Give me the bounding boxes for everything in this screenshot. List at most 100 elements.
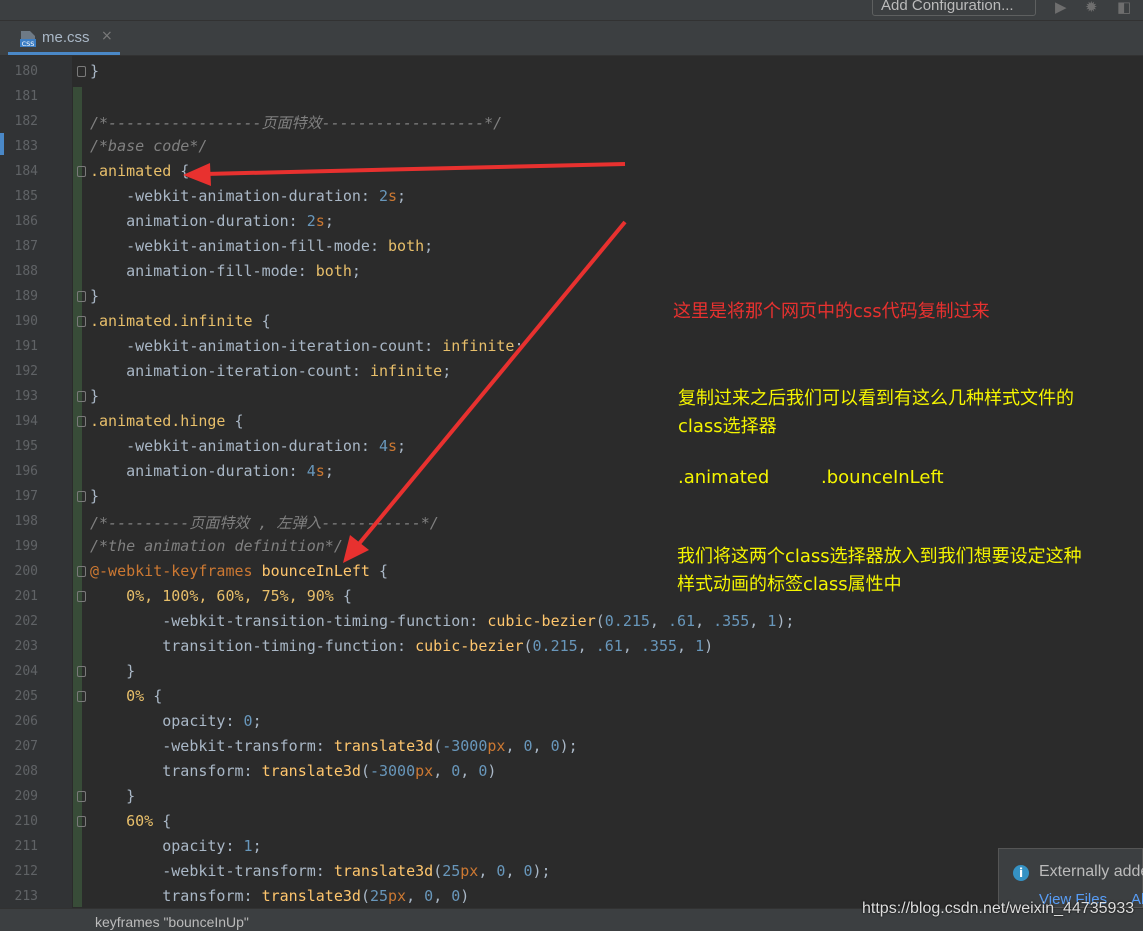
code-line[interactable]: 196 animation-duration: 4s; [0,460,1143,485]
code-text: -webkit-animation-iteration-count: infin… [90,337,524,355]
tab-close-icon[interactable]: × [101,28,113,44]
code-line[interactable]: 209 } [0,785,1143,810]
code-line[interactable]: 211 opacity: 1; [0,835,1143,860]
annotation-yellow-1-line2: class选择器 [678,416,777,437]
code-line[interactable]: 181 [0,85,1143,110]
code-text: /*---------页面特效 , 左弹入-----------*/ [90,514,439,532]
code-text: /*base code*/ [90,137,208,155]
code-line[interactable]: 206 opacity: 0; [0,710,1143,735]
line-number: 194 [14,414,38,429]
line-number: 199 [14,539,38,554]
fold-icon[interactable] [77,416,86,427]
code-text: -webkit-transition-timing-function: cubi… [90,612,795,630]
code-line[interactable]: 184 .animated { [0,160,1143,185]
notification-popup[interactable]: i Externally added View Files Al [998,848,1143,908]
code-text: animation-fill-mode: both; [90,262,361,280]
tab-label: me.css [42,29,90,46]
code-line[interactable]: 210 60% { [0,810,1143,835]
code-line[interactable]: 198 /*---------页面特效 , 左弹入-----------*/ [0,510,1143,535]
code-text: } [90,662,136,680]
breadcrumb[interactable]: keyframes "bounceInUp" [95,914,249,930]
add-configuration-button[interactable]: Add Configuration... [872,0,1036,16]
code-line[interactable]: 203 transition-timing-function: cubic-be… [0,635,1143,660]
code-line[interactable]: 182 /*-----------------页面特效--------------… [0,110,1143,135]
code-line[interactable]: 180} [0,60,1143,85]
fold-icon[interactable] [77,491,86,502]
line-number: 208 [14,764,38,779]
code-text: -webkit-transform: translate3d(-3000px, … [90,737,578,755]
code-line[interactable]: 187 -webkit-animation-fill-mode: both; [0,235,1143,260]
line-number: 182 [14,114,38,129]
code-line[interactable]: 185 -webkit-animation-duration: 2s; [0,185,1143,210]
code-line[interactable]: 201 0%, 100%, 60%, 75%, 90% { [0,585,1143,610]
code-text: } [90,62,100,80]
code-line[interactable]: 208 transform: translate3d(-3000px, 0, 0… [0,760,1143,785]
line-number: 181 [14,89,38,104]
code-text: } [90,787,136,805]
line-number: 197 [14,489,38,504]
line-number: 195 [14,439,38,454]
line-number: 200 [14,564,38,579]
fold-icon[interactable] [77,591,86,602]
css-file-icon: CSS [20,31,36,48]
line-number: 196 [14,464,38,479]
fold-icon[interactable] [77,391,86,402]
fold-icon[interactable] [77,691,86,702]
code-line[interactable]: 183 /*base code*/ [0,135,1143,160]
code-line[interactable]: 195 -webkit-animation-duration: 4s; [0,435,1143,460]
code-text: animation-duration: 2s; [90,212,334,230]
code-line[interactable]: 205 0% { [0,685,1143,710]
coverage-icon[interactable]: ◧ [1117,0,1131,16]
code-line[interactable]: 186 animation-duration: 2s; [0,210,1143,235]
code-line[interactable]: 202 -webkit-transition-timing-function: … [0,610,1143,635]
code-line[interactable]: 197} [0,485,1143,510]
code-text: transform: translate3d(-3000px, 0, 0) [90,762,497,780]
code-line[interactable]: 192 animation-iteration-count: infinite; [0,360,1143,385]
top-toolbar: Add Configuration... ▶ ✹ ◧ [0,0,1143,21]
tab-me-css[interactable]: CSS me.css × [8,21,120,55]
code-line[interactable]: 194 .animated.hinge { [0,410,1143,435]
code-text: animation-duration: 4s; [90,462,334,480]
code-text: opacity: 0; [90,712,262,730]
notification-text: Externally added [1039,863,1143,880]
run-icon[interactable]: ▶ [1055,0,1067,16]
annotation-yellow-2-line1: 我们将这两个class选择器放入到我们想要设定这种 [677,546,1082,567]
info-icon: i [1013,865,1029,881]
line-number: 209 [14,789,38,804]
watermark: https://blog.csdn.net/weixin_44735933 [862,900,1135,917]
code-line[interactable]: 212 -webkit-transform: translate3d(25px,… [0,860,1143,885]
fold-icon[interactable] [77,666,86,677]
debug-icon[interactable]: ✹ [1085,0,1098,16]
code-editor[interactable]: 180} 181 182 /*-----------------页面特效-------… [0,60,1143,908]
code-line[interactable]: 191 -webkit-animation-iteration-count: i… [0,335,1143,360]
code-text: animation-iteration-count: infinite; [90,362,452,380]
line-number: 206 [14,714,38,729]
line-number: 187 [14,239,38,254]
code-line[interactable]: 204 } [0,660,1143,685]
code-text: } [90,387,100,405]
line-number: 193 [14,389,38,404]
code-text: -webkit-transform: translate3d(25px, 0, … [90,862,551,880]
code-text: transform: translate3d(25px, 0, 0) [90,887,470,905]
code-text: -webkit-animation-fill-mode: both; [90,237,434,255]
line-number: 185 [14,189,38,204]
fold-icon[interactable] [77,566,86,577]
editor-tab-bar: CSS me.css × [0,21,1143,56]
fold-icon[interactable] [77,166,86,177]
code-text: } [90,487,100,505]
code-line[interactable]: 207 -webkit-transform: translate3d(-3000… [0,735,1143,760]
fold-icon[interactable] [77,316,86,327]
line-number: 204 [14,664,38,679]
code-text: .animated { [90,162,190,180]
fold-icon[interactable] [77,816,86,827]
code-line[interactable]: 188 animation-fill-mode: both; [0,260,1143,285]
line-number: 211 [14,839,38,854]
code-text: -webkit-animation-duration: 2s; [90,187,407,205]
line-number: 205 [14,689,38,704]
line-number: 198 [14,514,38,529]
code-text: -webkit-animation-duration: 4s; [90,437,407,455]
fold-icon[interactable] [77,291,86,302]
line-number: 202 [14,614,38,629]
fold-icon[interactable] [77,66,86,77]
fold-icon[interactable] [77,791,86,802]
